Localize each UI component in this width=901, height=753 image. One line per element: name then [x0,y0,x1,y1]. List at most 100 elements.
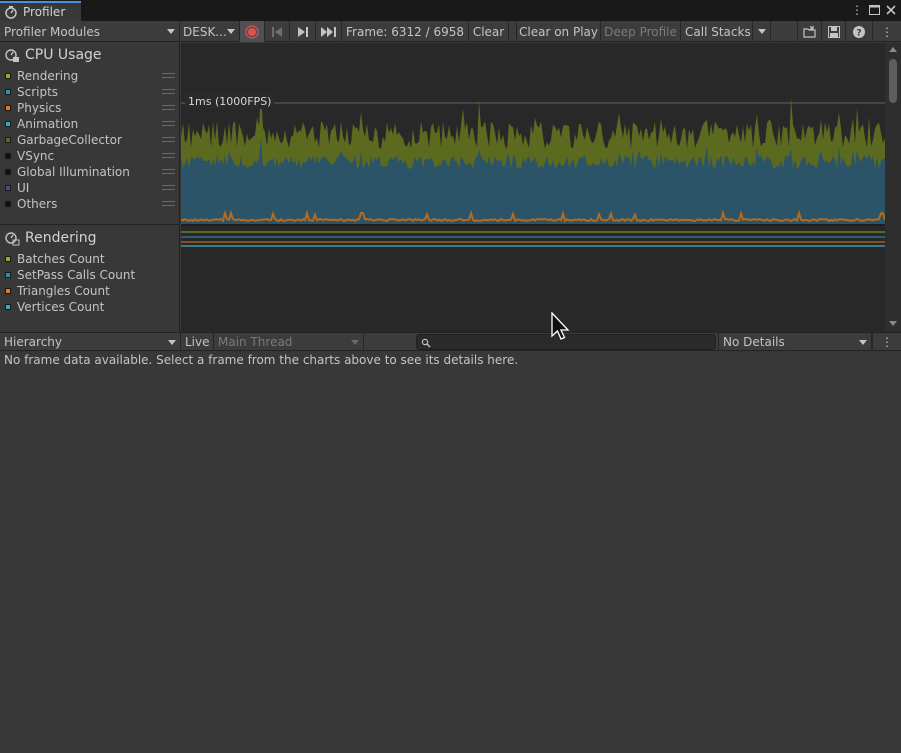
legend-swatch [5,137,11,143]
drag-handle-icon[interactable] [162,201,175,206]
tab-label: Profiler [23,5,66,19]
chevron-down-icon [757,29,766,34]
thread-label: Main Thread [218,335,293,349]
help-button[interactable]: ? [846,21,873,42]
rendering-legend-item[interactable]: Vertices Count [0,299,179,315]
cpu-legend-item[interactable]: UI [0,180,179,196]
rendering-legend-item[interactable]: Triangles Count [0,283,179,299]
cpu-legend-item[interactable]: Scripts [0,84,179,100]
maximize-icon[interactable] [866,2,882,18]
profiler-modules-dropdown[interactable]: Profiler Modules [0,21,180,42]
call-stacks-dropdown[interactable] [753,21,771,42]
cpu-legend-item[interactable]: Animation [0,116,179,132]
drag-handle-icon[interactable] [162,89,175,94]
legend-label: Batches Count [17,252,105,266]
rendering-legend-item[interactable]: Batches Count [0,251,179,267]
details-dropdown[interactable]: No Details [718,333,872,351]
toolbar-more-button[interactable]: ⋮ [873,21,901,42]
save-icon [827,25,840,38]
cpu-module-header[interactable]: CPU Usage [0,44,179,66]
drag-handle-icon[interactable] [162,153,175,158]
legend-swatch [5,185,11,191]
chevron-down-icon [168,339,176,345]
drag-handle-icon[interactable] [162,185,175,190]
legend-swatch [5,256,11,262]
target-label: DESK... [183,24,227,39]
view-mode-label: Hierarchy [4,335,63,349]
rendering-module-header[interactable]: Rendering [0,227,179,249]
legend-swatch [5,304,11,310]
live-label: Live [185,335,210,349]
legend-swatch [5,288,11,294]
search-icon [421,338,431,348]
cpu-legend-item[interactable]: VSync [0,148,179,164]
cpu-legend-item[interactable]: Others [0,196,179,212]
rendering-legend-item[interactable]: SetPass Calls Count [0,267,179,283]
legend-label: UI [17,181,30,195]
chevron-down-icon [351,339,359,345]
toolbar-spacer [771,21,798,42]
kebab-icon[interactable]: ⋮ [849,2,865,18]
clear-label: Clear [472,24,505,39]
drag-handle-icon[interactable] [162,169,175,174]
cpu-module-title: CPU Usage [25,47,102,63]
target-dropdown[interactable]: DESK... [180,21,240,42]
frame-counter: Frame: 6312 / 6958 [342,21,469,42]
charts-scrollbar[interactable] [885,43,901,332]
rendering-module-title: Rendering [25,230,97,246]
scroll-thumb[interactable] [889,59,897,103]
legend-swatch [5,121,11,127]
clear-on-play-button[interactable]: Clear on Play [517,21,601,42]
chevron-down-icon [859,339,867,345]
live-toggle[interactable]: Live [181,333,214,351]
profiler-tab[interactable]: Profiler [0,1,81,21]
record-icon [245,24,259,39]
clear-button[interactable]: Clear [469,21,509,42]
drag-handle-icon[interactable] [162,73,175,78]
call-stacks-label: Call Stacks [685,24,751,39]
cpu-icon [5,49,19,62]
kebab-icon: ⋮ [881,335,893,349]
details-toolbar: Hierarchy Live Main Thread No Details ⋮ [0,332,901,351]
scroll-up-icon[interactable] [889,47,897,52]
close-icon[interactable] [883,2,899,18]
cpu-legend-item[interactable]: Physics [0,100,179,116]
details-more-button[interactable]: ⋮ [872,333,901,351]
kebab-icon: ⋮ [881,24,893,39]
legend-swatch [5,89,11,95]
details-panel: No frame data available. Select a frame … [0,351,901,753]
next-frame-button[interactable] [290,21,316,42]
clear-on-play-label: Clear on Play [519,24,598,39]
threshold-badge: 1ms (1000FPS) [185,93,275,109]
drag-handle-icon[interactable] [162,105,175,110]
drag-handle-icon[interactable] [162,137,175,142]
legend-swatch [5,153,11,159]
current-frame-button[interactable] [316,21,342,42]
deep-profile-label: Deep Profile [604,24,677,39]
load-button[interactable] [798,21,822,42]
first-frame-button[interactable] [265,21,290,42]
legend-label: VSync [17,149,55,163]
call-stacks-button[interactable]: Call Stacks [681,21,753,42]
legend-label: Global Illumination [17,165,130,179]
profiler-icon [5,6,17,19]
rendering-chart[interactable] [181,226,885,332]
rendering-icon [5,232,20,246]
deep-profile-button[interactable]: Deep Profile [601,21,681,42]
legend-swatch [5,105,11,111]
legend-label: SetPass Calls Count [17,268,136,282]
save-button[interactable] [822,21,846,42]
cpu-legend-item[interactable]: Rendering [0,68,179,84]
drag-handle-icon[interactable] [162,121,175,126]
toolbar-spacer [509,21,517,42]
view-mode-dropdown[interactable]: Hierarchy [0,333,181,351]
chevron-down-icon [227,29,235,34]
cpu-usage-chart[interactable]: 1ms (1000FPS) [180,43,886,224]
thread-dropdown[interactable]: Main Thread [214,333,364,351]
scroll-down-icon[interactable] [889,321,897,326]
details-dropdown-label: No Details [723,335,785,349]
profiler-modules-label: Profiler Modules [4,24,100,39]
record-button[interactable] [240,21,265,42]
cpu-legend-item[interactable]: Global Illumination [0,164,179,180]
cpu-legend-item[interactable]: GarbageCollector [0,132,179,148]
